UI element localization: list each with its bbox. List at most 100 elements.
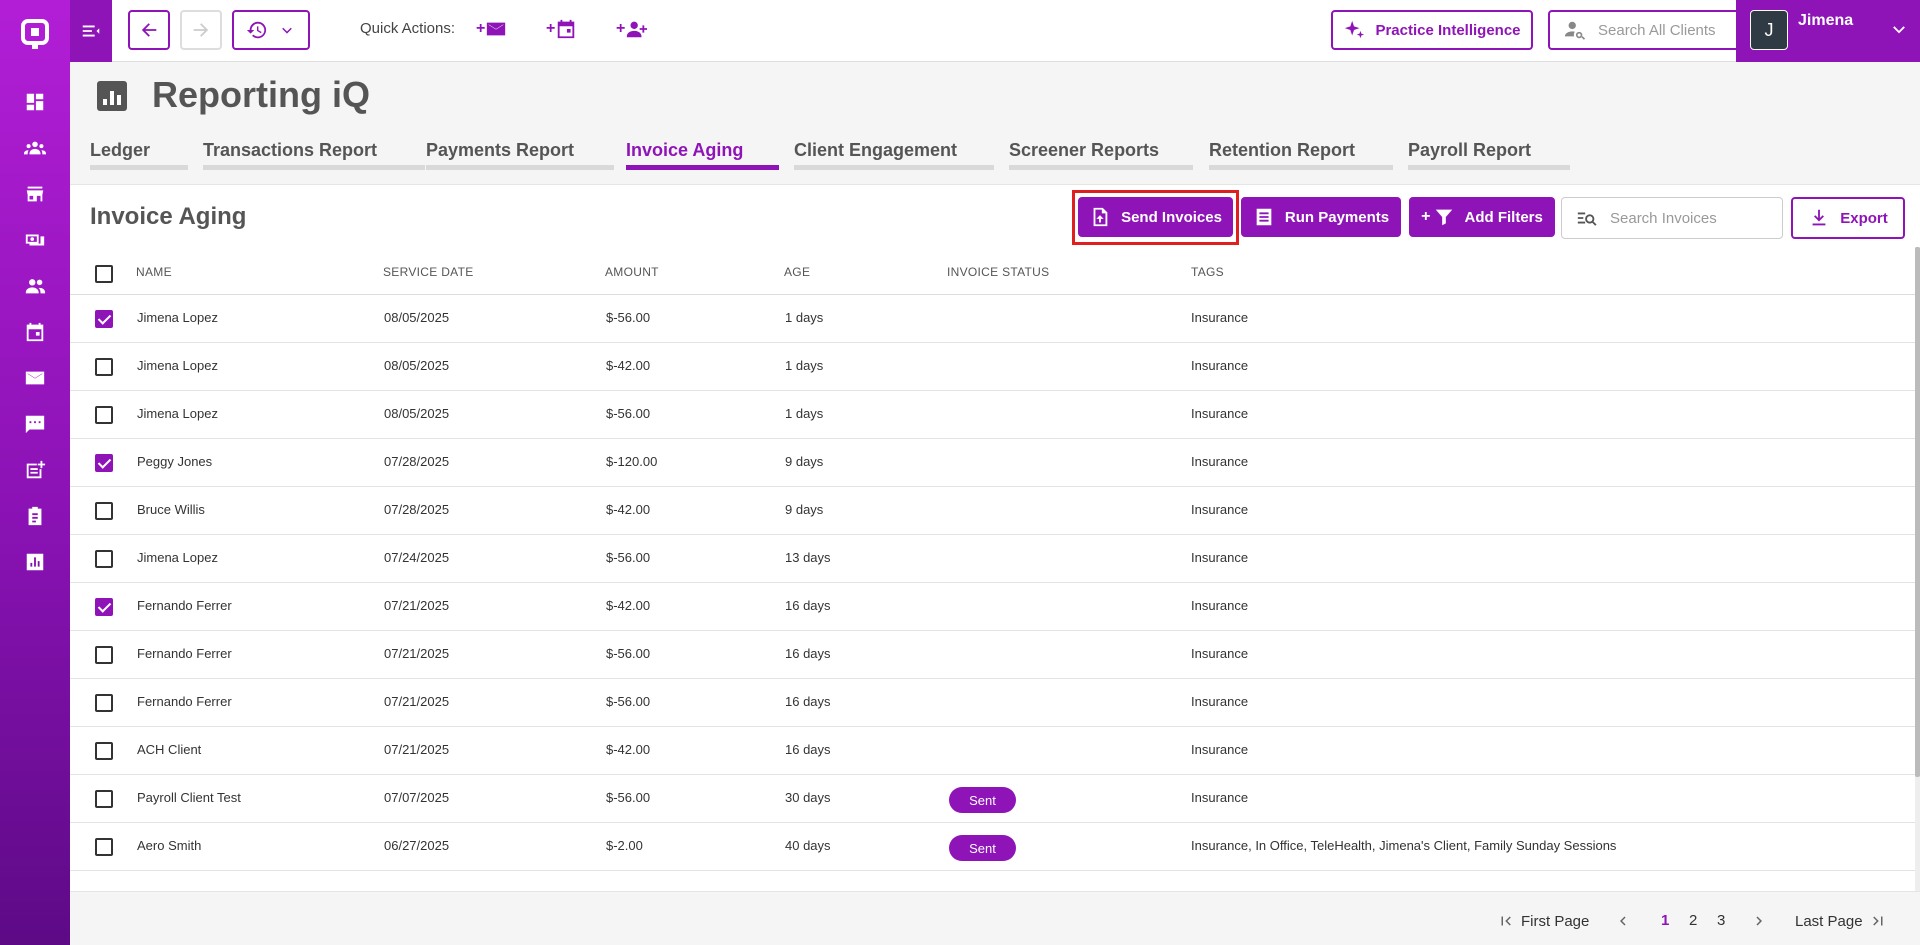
cell-amount: $-56.00: [606, 694, 651, 709]
filter-icon: [1435, 209, 1452, 226]
first-page-button[interactable]: First Page: [1497, 912, 1589, 930]
reporting-icon: [97, 81, 127, 111]
download-icon: [1812, 209, 1826, 226]
tab-transactions-report[interactable]: Transactions Report: [203, 140, 425, 170]
user-menu[interactable]: J Jimena: [1736, 0, 1920, 62]
table-row[interactable]: Fernando Ferrer 07/21/2025 $-56.00 16 days I…: [70, 631, 1916, 679]
practice-intelligence-button[interactable]: Practice Intelligence: [1331, 10, 1533, 50]
note-add-icon[interactable]: [22, 457, 48, 483]
cell-tags: Insurance: [1191, 694, 1249, 709]
table-row[interactable]: Fernando Ferrer 07/21/2025 $-42.00 16 days I…: [70, 583, 1916, 631]
table-row[interactable]: Jimena Lopez 08/05/2025 $-56.00 1 days Insur…: [70, 391, 1916, 439]
tab-invoice-aging[interactable]: Invoice Aging: [626, 140, 779, 170]
add-filters-label: Add Filters: [1464, 208, 1543, 226]
col-service-date[interactable]: SERVICE DATE: [383, 265, 474, 279]
menu-collapse-button[interactable]: [70, 0, 112, 62]
row-checkbox[interactable]: [95, 790, 113, 808]
col-age[interactable]: AGE: [784, 265, 810, 279]
row-checkbox[interactable]: [95, 646, 113, 664]
row-checkbox[interactable]: [95, 502, 113, 520]
row-checkbox[interactable]: [95, 598, 113, 616]
col-amount[interactable]: AMOUNT: [605, 265, 659, 279]
billing-icon[interactable]: [22, 227, 48, 253]
table-row[interactable]: Aero Smith 06/27/2025 $-2.00 40 days Sent Ins…: [70, 823, 1916, 871]
cell-tags: Insurance: [1191, 598, 1249, 613]
cell-tags: Insurance: [1191, 646, 1249, 661]
row-checkbox[interactable]: [95, 358, 113, 376]
row-checkbox[interactable]: [95, 454, 113, 472]
table-row[interactable]: Jimena Lopez 07/24/2025 $-56.00 13 days Insu…: [70, 535, 1916, 583]
first-page-icon: [1501, 916, 1511, 926]
scrollbar-thumb[interactable]: [1915, 247, 1920, 777]
invoice-search-box: [1561, 197, 1783, 239]
calendar-icon[interactable]: [22, 319, 48, 345]
run-payments-button[interactable]: Run Payments: [1241, 197, 1401, 237]
tab-retention-report[interactable]: Retention Report: [1209, 140, 1393, 170]
next-page-button[interactable]: [1750, 912, 1768, 930]
row-checkbox[interactable]: [95, 694, 113, 712]
cell-name: Fernando Ferrer: [137, 598, 232, 613]
invoice-search-input[interactable]: [1610, 209, 1770, 227]
forward-button[interactable]: [180, 10, 222, 50]
table-row[interactable]: Peggy Jones 07/28/2025 $-120.00 9 days Insur…: [70, 439, 1916, 487]
last-page-button[interactable]: Last Page: [1795, 912, 1887, 930]
cell-age: 16 days: [785, 742, 831, 757]
cell-age: 16 days: [785, 694, 831, 709]
table-row[interactable]: Fernando Ferrer 07/21/2025 $-56.00 16 days I…: [70, 679, 1916, 727]
col-tags[interactable]: TAGS: [1191, 265, 1224, 279]
select-all-checkbox[interactable]: [95, 265, 113, 283]
chevron-down-icon: [282, 27, 292, 34]
send-invoices-button[interactable]: Send Invoices: [1078, 197, 1233, 237]
tab-client-engagement[interactable]: Client Engagement: [794, 140, 994, 170]
status-badge: Sent: [949, 835, 1016, 861]
tab-payments-report[interactable]: Payments Report: [426, 140, 614, 170]
reports-icon[interactable]: [22, 549, 48, 575]
status-badge: Sent: [949, 787, 1016, 813]
export-button[interactable]: Export: [1791, 197, 1905, 239]
clipboard-icon[interactable]: [22, 503, 48, 529]
cell-age: 30 days: [785, 790, 831, 805]
tab-screener-reports[interactable]: Screener Reports: [1009, 140, 1193, 170]
chevron-right-icon: [1756, 916, 1762, 926]
quick-add-client-button[interactable]: +: [616, 18, 648, 40]
cell-age: 9 days: [785, 454, 824, 469]
table-scrollbar[interactable]: [1915, 247, 1920, 897]
page-2-button[interactable]: 2: [1689, 912, 1697, 929]
cell-tags: Insurance: [1191, 454, 1249, 469]
history-dropdown[interactable]: [232, 10, 310, 50]
table-row[interactable]: Payroll Client Test 07/07/2025 $-56.00 30 d…: [70, 775, 1916, 823]
app-logo-icon[interactable]: [20, 18, 50, 50]
table-row[interactable]: ACH Client 07/21/2025 $-42.00 16 days Insura…: [70, 727, 1916, 775]
tab-ledger[interactable]: Ledger: [90, 140, 188, 170]
col-name[interactable]: NAME: [136, 265, 172, 279]
page-1-button[interactable]: 1: [1661, 912, 1669, 929]
tab-payroll-report[interactable]: Payroll Report: [1408, 140, 1570, 170]
clients-icon[interactable]: [22, 273, 48, 299]
chevron-down-icon: [1893, 26, 1905, 34]
cell-tags: Insurance: [1191, 742, 1249, 757]
prev-page-button[interactable]: [1614, 912, 1632, 930]
cell-service-date: 07/07/2025: [384, 790, 450, 805]
row-checkbox[interactable]: [95, 406, 113, 424]
col-invoice-status[interactable]: INVOICE STATUS: [947, 265, 1049, 279]
table-row[interactable]: Jimena Lopez 08/05/2025 $-42.00 1 days Insur…: [70, 343, 1916, 391]
mail-icon[interactable]: [22, 365, 48, 391]
cell-amount: $-42.00: [606, 358, 651, 373]
chat-icon[interactable]: [22, 411, 48, 437]
table-row[interactable]: Bruce Willis 07/28/2025 $-42.00 9 days Insur…: [70, 487, 1916, 535]
row-checkbox[interactable]: [95, 310, 113, 328]
quick-add-appointment-button[interactable]: +: [546, 18, 577, 40]
back-button[interactable]: [128, 10, 170, 50]
groups-icon[interactable]: [22, 135, 48, 161]
add-filters-button[interactable]: + Add Filters: [1409, 197, 1555, 237]
quick-add-message-button[interactable]: +: [476, 18, 507, 40]
cell-tags: Insurance: [1191, 502, 1249, 517]
page-3-button[interactable]: 3: [1717, 912, 1725, 929]
row-checkbox[interactable]: [95, 742, 113, 760]
cell-tags: Insurance, In Office, TeleHealth, Jimena…: [1191, 838, 1617, 853]
store-icon[interactable]: [22, 181, 48, 207]
dashboard-icon[interactable]: [22, 89, 48, 115]
row-checkbox[interactable]: [95, 550, 113, 568]
table-row[interactable]: Jimena Lopez 08/05/2025 $-56.00 1 days Insur…: [70, 295, 1916, 343]
row-checkbox[interactable]: [95, 838, 113, 856]
